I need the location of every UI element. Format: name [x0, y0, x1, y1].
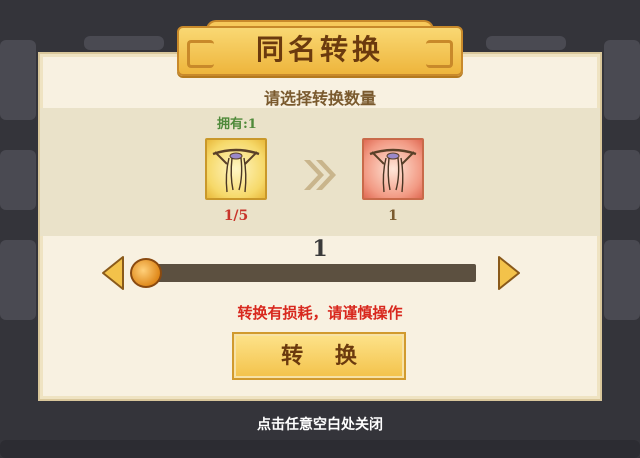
source-item-count: 1/5 — [223, 208, 249, 224]
background-card — [0, 150, 36, 210]
dialog-subtitle: 请选择转换数量 — [263, 89, 376, 108]
convert-button[interactable]: 转 换 — [232, 332, 406, 380]
double-chevron-right-icon — [304, 160, 336, 190]
background-card — [604, 240, 640, 320]
quantity-slider-track[interactable] — [144, 264, 476, 282]
dialog-title: 同名转换 — [255, 33, 384, 66]
increase-arrow-button[interactable] — [496, 254, 522, 292]
background-card — [604, 150, 640, 210]
background-card — [0, 240, 36, 320]
loss-warning: 转换有损耗，请谨慎操作 — [237, 304, 403, 322]
background-card — [486, 36, 566, 50]
slider-value: 1 — [312, 236, 328, 262]
quantity-slider-handle[interactable] — [130, 258, 162, 288]
target-item-count: 1 — [388, 208, 398, 224]
hair-ribbon-icon — [212, 148, 260, 193]
decrease-arrow-button[interactable] — [100, 254, 126, 292]
background-card — [604, 40, 640, 120]
hair-ribbon-icon — [369, 148, 417, 193]
source-item-slot[interactable] — [205, 138, 267, 200]
background-card — [0, 40, 36, 120]
background-card — [84, 36, 164, 50]
owned-count: 拥有:1 — [217, 117, 257, 132]
close-hint[interactable]: 点击任意空白处关闭 — [0, 414, 640, 434]
background-card — [0, 440, 640, 458]
target-item-slot[interactable] — [362, 138, 424, 200]
